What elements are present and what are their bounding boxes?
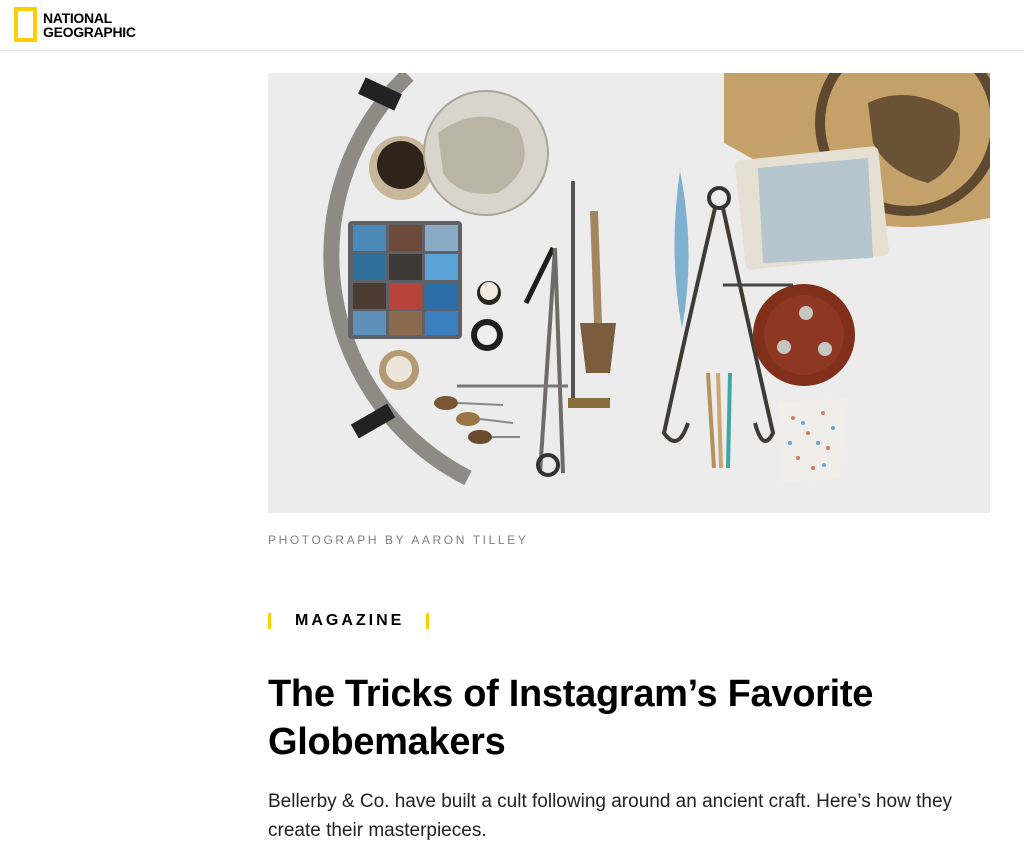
nat-geo-logo[interactable]: NATIONAL GEOGRAPHIC xyxy=(14,7,136,42)
article-dek: Bellerby & Co. have built a cult followi… xyxy=(268,791,953,841)
photo-credit: PHOTOGRAPH BY AARON TILLEY xyxy=(268,533,529,547)
section-link-magazine[interactable]: MAGAZINE xyxy=(295,612,404,630)
section-kicker: MAGAZINE xyxy=(268,612,430,630)
logo-wordmark: NATIONAL GEOGRAPHIC xyxy=(43,11,136,39)
article-title: The Tricks of Instagram’s Favorite Globe… xyxy=(268,673,874,763)
logo-line-national: NATIONAL xyxy=(43,9,112,26)
hero-image xyxy=(268,73,990,513)
kicker-left-bar-icon xyxy=(268,613,271,629)
yellow-border-logo-icon xyxy=(14,7,37,42)
logo-line-geographic: GEOGRAPHIC xyxy=(43,23,136,40)
hero-photo-illustration xyxy=(268,73,990,513)
site-header: NATIONAL GEOGRAPHIC xyxy=(0,0,1024,51)
kicker-right-bar-icon xyxy=(426,613,430,629)
